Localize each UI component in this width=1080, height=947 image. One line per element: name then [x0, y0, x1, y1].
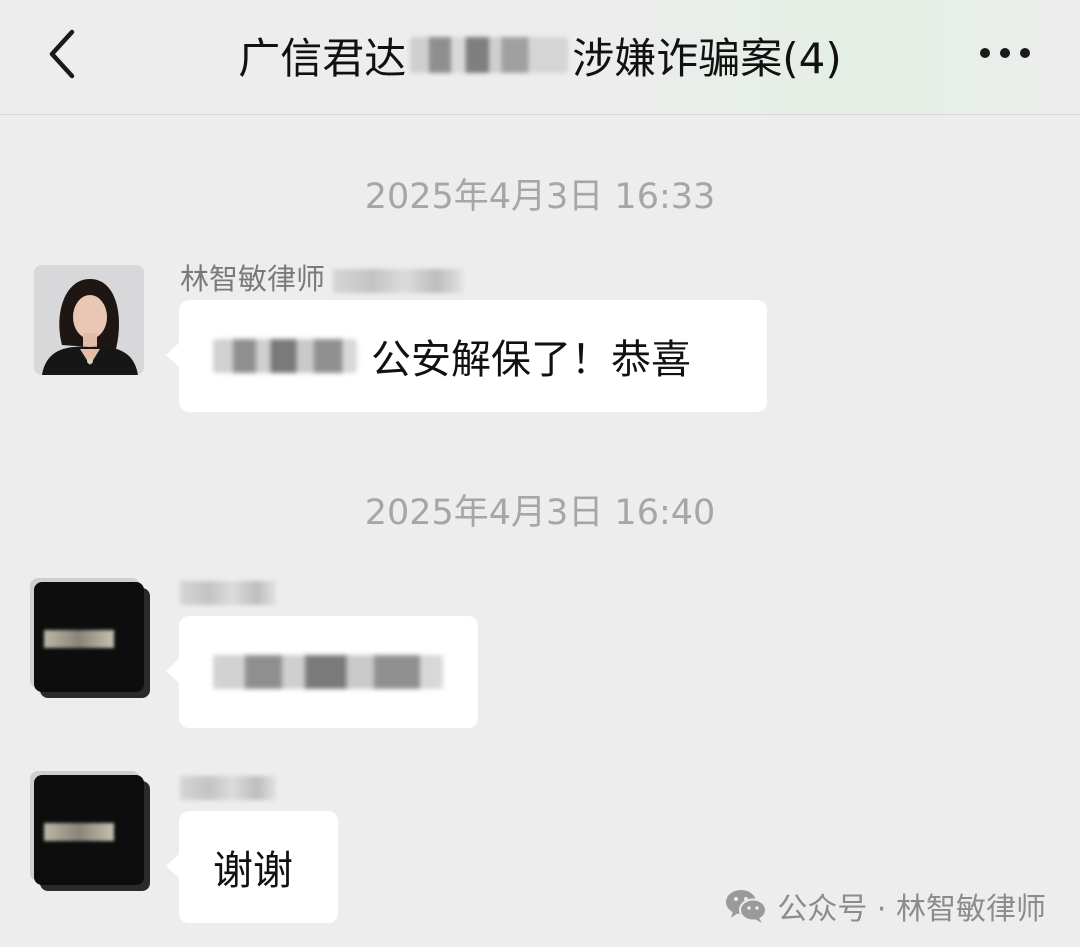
watermark-text: 公众号 · 林智敏律师 [777, 892, 1046, 927]
chat-header: 广信君达 涉嫌诈骗案(4) [0, 0, 1080, 115]
sender-name: 林智敏律师 [180, 256, 464, 298]
message-text: 谢谢 [213, 848, 293, 894]
chat-title-suffix: 涉嫌诈骗案(4) [572, 33, 842, 83]
message-timestamp: 2025年4月3日 16:33 [364, 177, 716, 217]
back-button[interactable] [34, 24, 90, 84]
sender-name [180, 769, 276, 803]
chevron-left-icon [49, 29, 75, 79]
sender-name [180, 574, 276, 608]
more-dot-icon [1020, 48, 1030, 58]
redacted-name [213, 339, 357, 373]
redacted-sender-tag [333, 269, 464, 293]
more-dot-icon [1000, 48, 1010, 58]
client-avatar[interactable] [34, 582, 144, 692]
message-bubble[interactable]: 谢谢 [166, 811, 338, 923]
redacted-avatar-text [44, 823, 114, 841]
message-text: 公安解保了！恭喜 [371, 337, 691, 383]
redacted-sender-name [180, 776, 276, 800]
wechat-official-account-watermark: 公众号 · 林智敏律师 [725, 880, 1046, 932]
redacted-sender-name [180, 581, 276, 605]
lawyer-avatar[interactable] [34, 265, 144, 375]
message-bubble[interactable] [166, 616, 478, 728]
message-timestamp: 2025年4月3日 16:40 [364, 493, 716, 533]
redacted-name [410, 37, 569, 73]
more-dot-icon [980, 48, 990, 58]
wechat-icon [726, 890, 768, 923]
sender-name-text: 林智敏律师 [180, 262, 326, 296]
more-options-button[interactable] [970, 28, 1040, 78]
chat-title: 广信君达 涉嫌诈骗案(4) [140, 24, 940, 86]
redacted-message-text [213, 655, 443, 689]
avatar-portrait-icon [34, 265, 144, 375]
redacted-avatar-text [44, 630, 114, 648]
chat-window: 广信君达 涉嫌诈骗案(4) 2025年4月3日 16:33 林智敏律师 公安解保… [0, 0, 1080, 947]
message-bubble[interactable]: 公安解保了！恭喜 [166, 300, 767, 412]
chat-title-prefix: 广信君达 [238, 33, 407, 83]
client-avatar[interactable] [34, 775, 144, 885]
